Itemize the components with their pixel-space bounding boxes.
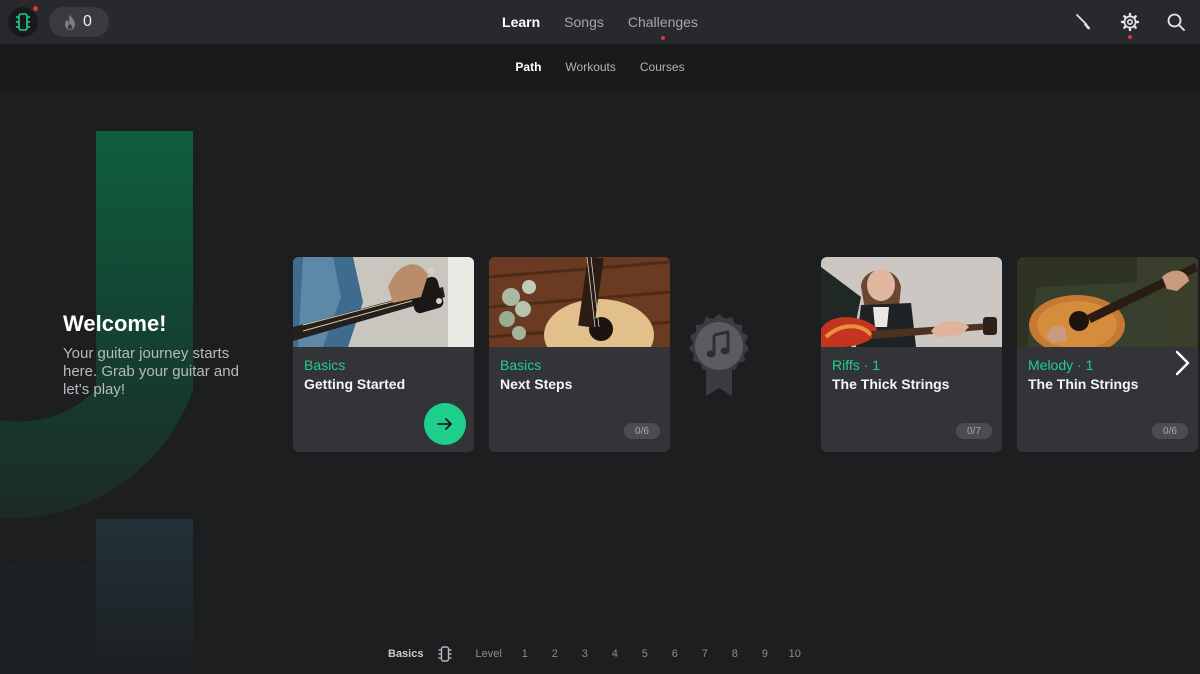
subtab-path[interactable]: Path — [515, 60, 541, 74]
level-6[interactable]: 6 — [660, 648, 690, 660]
guitar-headstock-icon — [16, 13, 30, 31]
music-note-badge-icon — [689, 314, 749, 396]
welcome-title: Welcome! — [63, 311, 167, 336]
subtab-courses[interactable]: Courses — [640, 60, 685, 74]
level-label: Level — [475, 648, 502, 660]
tab-learn[interactable]: Learn — [502, 14, 540, 30]
flame-icon — [65, 14, 75, 30]
level-3[interactable]: 3 — [570, 648, 600, 660]
level-4[interactable]: 4 — [600, 648, 630, 660]
course-card-getting-started[interactable]: Basics Getting Started — [293, 257, 474, 452]
chevron-right-icon — [1175, 350, 1190, 376]
level-1[interactable]: 1 — [510, 648, 540, 660]
tuner-icon — [1076, 14, 1090, 30]
streak-count: 0 — [83, 13, 92, 30]
welcome-panel: Welcome! Your guitar journey starts here… — [63, 311, 263, 399]
gear-icon — [1120, 12, 1140, 32]
settings-notification-dot — [1128, 35, 1132, 39]
level-7[interactable]: 7 — [690, 648, 720, 660]
card-progress: 0/6 — [1152, 423, 1188, 439]
level-8[interactable]: 8 — [720, 648, 750, 660]
subtab-workouts[interactable]: Workouts — [565, 60, 615, 74]
level-2[interactable]: 2 — [540, 648, 570, 660]
profile-button[interactable] — [8, 7, 38, 37]
profile-notification-dot — [33, 6, 38, 11]
card-category: Basics — [304, 357, 346, 373]
course-card-thick-strings[interactable]: Riffs · 1 The Thick Strings 0/7 — [821, 257, 1002, 452]
card-progress: 0/7 — [956, 423, 992, 439]
level-bar: Basics Level 1 2 3 4 5 6 7 8 9 10 — [388, 644, 810, 664]
card-thumbnail — [821, 257, 1002, 347]
start-lesson-button[interactable] — [424, 403, 466, 445]
card-thumbnail — [489, 257, 670, 347]
card-thumbnail — [1017, 257, 1198, 347]
arrow-right-icon — [437, 418, 452, 430]
card-category: Riffs · 1 — [832, 357, 880, 373]
card-thumbnail — [293, 257, 474, 347]
card-category: Basics — [500, 357, 542, 373]
course-card-next-steps[interactable]: Basics Next Steps 0/6 — [489, 257, 670, 452]
settings-button[interactable] — [1120, 12, 1140, 39]
card-title: Getting Started — [304, 376, 406, 392]
level-5[interactable]: 5 — [630, 648, 660, 660]
tab-songs[interactable]: Songs — [564, 14, 604, 30]
header-actions — [1074, 0, 1186, 44]
card-title: The Thick Strings — [832, 376, 950, 392]
current-section-label: Basics — [388, 648, 424, 660]
tab-challenges[interactable]: Challenges — [627, 14, 698, 40]
level-9[interactable]: 9 — [750, 648, 780, 660]
streak-counter[interactable]: 0 — [49, 7, 109, 37]
carousel-next-button[interactable] — [1170, 348, 1194, 378]
welcome-text: Your guitar journey starts here. Grab yo… — [63, 345, 239, 398]
search-icon — [1167, 13, 1185, 31]
tuner-button[interactable] — [1074, 12, 1094, 32]
tab-challenges-label: Challenges — [627, 14, 698, 30]
challenges-notification-dot — [660, 36, 665, 40]
search-button[interactable] — [1166, 12, 1186, 32]
level-10[interactable]: 10 — [780, 648, 810, 660]
card-progress: 0/6 — [624, 423, 660, 439]
card-category: Melody · 1 — [1028, 357, 1094, 373]
sub-nav: Path Workouts Courses — [0, 44, 1200, 90]
card-title: The Thin Strings — [1028, 376, 1139, 392]
guitar-headstock-icon — [438, 646, 452, 662]
card-title: Next Steps — [500, 376, 573, 392]
